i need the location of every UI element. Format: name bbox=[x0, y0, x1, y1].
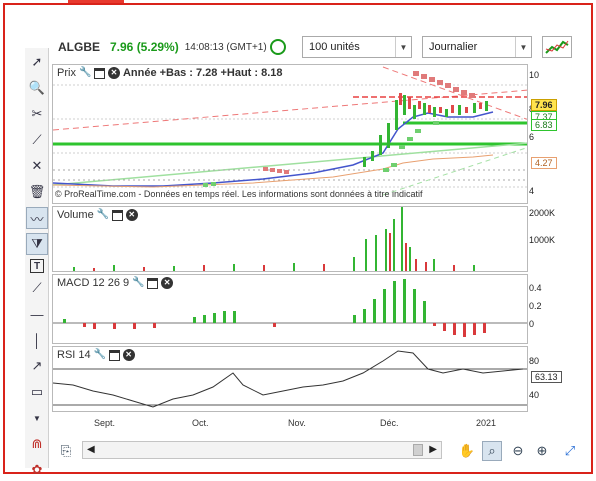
chevron-down-icon: ▼ bbox=[395, 37, 411, 57]
quantity-select[interactable]: 100 unités ▼ bbox=[302, 36, 412, 58]
export-icon[interactable]: ⎘ bbox=[56, 441, 76, 461]
window-icon[interactable] bbox=[147, 277, 159, 289]
chart-bottom-bar: ⎘ ◀ ▶ ✋ ⌕ ⊖ ⊕ ⤢ bbox=[52, 438, 588, 464]
scroll-right-icon[interactable]: ▶ bbox=[429, 444, 437, 455]
chart-scrollbar[interactable]: ◀ ▶ bbox=[82, 441, 442, 459]
quantity-value: 100 unités bbox=[309, 41, 360, 53]
zoom-out-icon[interactable]: ⊖ bbox=[508, 441, 528, 461]
rsi-panel-header: RSI 14 🔧 ✕ bbox=[57, 349, 135, 361]
period-value: Journalier bbox=[429, 41, 478, 53]
close-icon[interactable]: ✕ bbox=[125, 209, 138, 221]
price-axis-label: 6 bbox=[529, 132, 535, 142]
x-axis-label: 2021 bbox=[476, 418, 497, 428]
macd-axis-label: 0.4 bbox=[529, 283, 542, 293]
text-icon[interactable]: T bbox=[30, 259, 44, 273]
macd-axis-label: 0.2 bbox=[529, 301, 542, 311]
price-chart-svg bbox=[53, 66, 527, 196]
price-range-info: Année +Bas : 7.28 +Haut : 8.18 bbox=[122, 67, 283, 79]
period-select[interactable]: Journalier ▼ bbox=[422, 36, 532, 58]
rsi-panel: RSI 14 🔧 ✕ bbox=[52, 346, 528, 412]
volume-panel-header: Volume 🔧 ✕ bbox=[57, 209, 138, 221]
rsi-axis-label: 80 bbox=[529, 356, 540, 366]
segment-icon[interactable]: ↗ bbox=[26, 355, 48, 377]
price-panel: Prix 🔧 ✕ Année +Bas : 7.28 +Haut : 8.18 bbox=[52, 64, 528, 204]
window-icon[interactable] bbox=[93, 67, 105, 79]
trash-icon[interactable]: 🗑 bbox=[26, 181, 48, 203]
expand-more-icon[interactable]: ▼ bbox=[26, 407, 48, 429]
timestamp: 14:08:13 (GMT+1) bbox=[184, 41, 267, 53]
close-icon[interactable]: ✕ bbox=[107, 67, 120, 79]
zoom-fit-icon[interactable]: ⌕ bbox=[482, 441, 502, 461]
x-axis-label: Déc. bbox=[380, 418, 399, 428]
chart-area: Prix 🔧 ✕ Année +Bas : 7.28 +Haut : 8.18 bbox=[52, 64, 528, 429]
rsi-value-tag: 63.13 bbox=[531, 371, 562, 383]
rectangle-icon[interactable]: ▭ bbox=[26, 381, 48, 403]
chart-toolbar: ALGBE 7.96 (5.29%) 14:08:13 (GMT+1) 100 … bbox=[50, 33, 590, 61]
fullscreen-icon[interactable]: ⤢ bbox=[560, 441, 580, 461]
pointer-icon[interactable]: ➚ bbox=[26, 51, 48, 73]
trend-indicator-icon[interactable]: 〰 bbox=[26, 207, 48, 229]
close-icon[interactable]: ✕ bbox=[161, 277, 174, 289]
settings-icon[interactable]: ✿ bbox=[26, 459, 48, 481]
window-icon[interactable] bbox=[111, 209, 123, 221]
scroll-thumb[interactable] bbox=[413, 444, 423, 456]
price-axis-label: 4 bbox=[529, 186, 535, 196]
zoom-in-icon[interactable]: ⊕ bbox=[532, 441, 552, 461]
symbol-label[interactable]: ALGBE bbox=[58, 40, 100, 54]
wrench-icon[interactable]: 🔧 bbox=[132, 277, 144, 289]
x-axis-label: Nov. bbox=[288, 418, 306, 428]
price-axis-label: 10 bbox=[529, 70, 540, 80]
macd-panel: MACD 12 26 9 🔧 ✕ bbox=[52, 274, 528, 344]
rsi-axis-label: 40 bbox=[529, 390, 540, 400]
macd-panel-title: MACD 12 26 9 bbox=[57, 277, 130, 289]
volume-axis-label: 2000K bbox=[529, 208, 556, 218]
volume-axis-label: 1000K bbox=[529, 235, 556, 245]
volume-panel: Volume 🔧 ✕ bbox=[52, 206, 528, 272]
last-price-tag: 7.96 bbox=[531, 99, 557, 111]
line-icon[interactable]: ⟋ bbox=[26, 129, 48, 151]
cross-line-icon[interactable]: ✕ bbox=[26, 155, 48, 177]
price-panel-title: Prix bbox=[57, 67, 76, 79]
eraser-icon[interactable]: ✂ bbox=[26, 103, 48, 125]
macd-panel-header: MACD 12 26 9 🔧 ✕ bbox=[57, 277, 174, 289]
rsi-panel-title: RSI 14 bbox=[57, 349, 91, 361]
ray-icon[interactable]: ⟋ bbox=[26, 277, 48, 299]
magnet-icon[interactable]: ⋒ bbox=[26, 433, 48, 455]
price-change: 7.96 (5.29%) bbox=[110, 40, 179, 54]
x-axis-label: Sept. bbox=[94, 418, 116, 428]
macd-axis-label: 0 bbox=[529, 319, 535, 329]
wrench-icon[interactable]: 🔧 bbox=[97, 209, 109, 221]
zoom-icon[interactable]: 🔍 bbox=[26, 77, 48, 99]
scroll-left-icon[interactable]: ◀ bbox=[87, 444, 95, 455]
timer-icon[interactable] bbox=[270, 39, 286, 55]
vertical-line-icon[interactable]: │ bbox=[26, 329, 48, 351]
price-tag: 4.27 bbox=[531, 157, 557, 169]
chart-type-icon[interactable] bbox=[542, 36, 572, 58]
close-icon[interactable]: ✕ bbox=[122, 349, 135, 361]
wrench-icon[interactable]: 🔧 bbox=[94, 349, 106, 361]
window-icon[interactable] bbox=[108, 349, 120, 361]
x-axis-label: Oct. bbox=[192, 418, 209, 428]
channel-icon[interactable]: ⧩ bbox=[26, 233, 48, 255]
drag-hand-icon[interactable]: ✋ bbox=[457, 441, 477, 461]
horizontal-line-icon[interactable]: — bbox=[26, 303, 48, 325]
drawing-toolbar: ➚ 🔍 ✂ ⟋ ✕ 🗑 〰 ⧩ T ⟋ — │ ↗ ▭ ▼ ⋒ ✿ bbox=[25, 48, 49, 477]
wrench-icon[interactable]: 🔧 bbox=[79, 67, 91, 79]
volume-panel-title: Volume bbox=[57, 209, 94, 221]
price-panel-header: Prix 🔧 ✕ Année +Bas : 7.28 +Haut : 8.18 bbox=[57, 67, 283, 79]
price-tag: 6.83 bbox=[531, 119, 557, 131]
chevron-down-icon: ▼ bbox=[515, 37, 531, 57]
price-watermark: © ProRealTime.com - Données en temps rée… bbox=[55, 189, 423, 199]
